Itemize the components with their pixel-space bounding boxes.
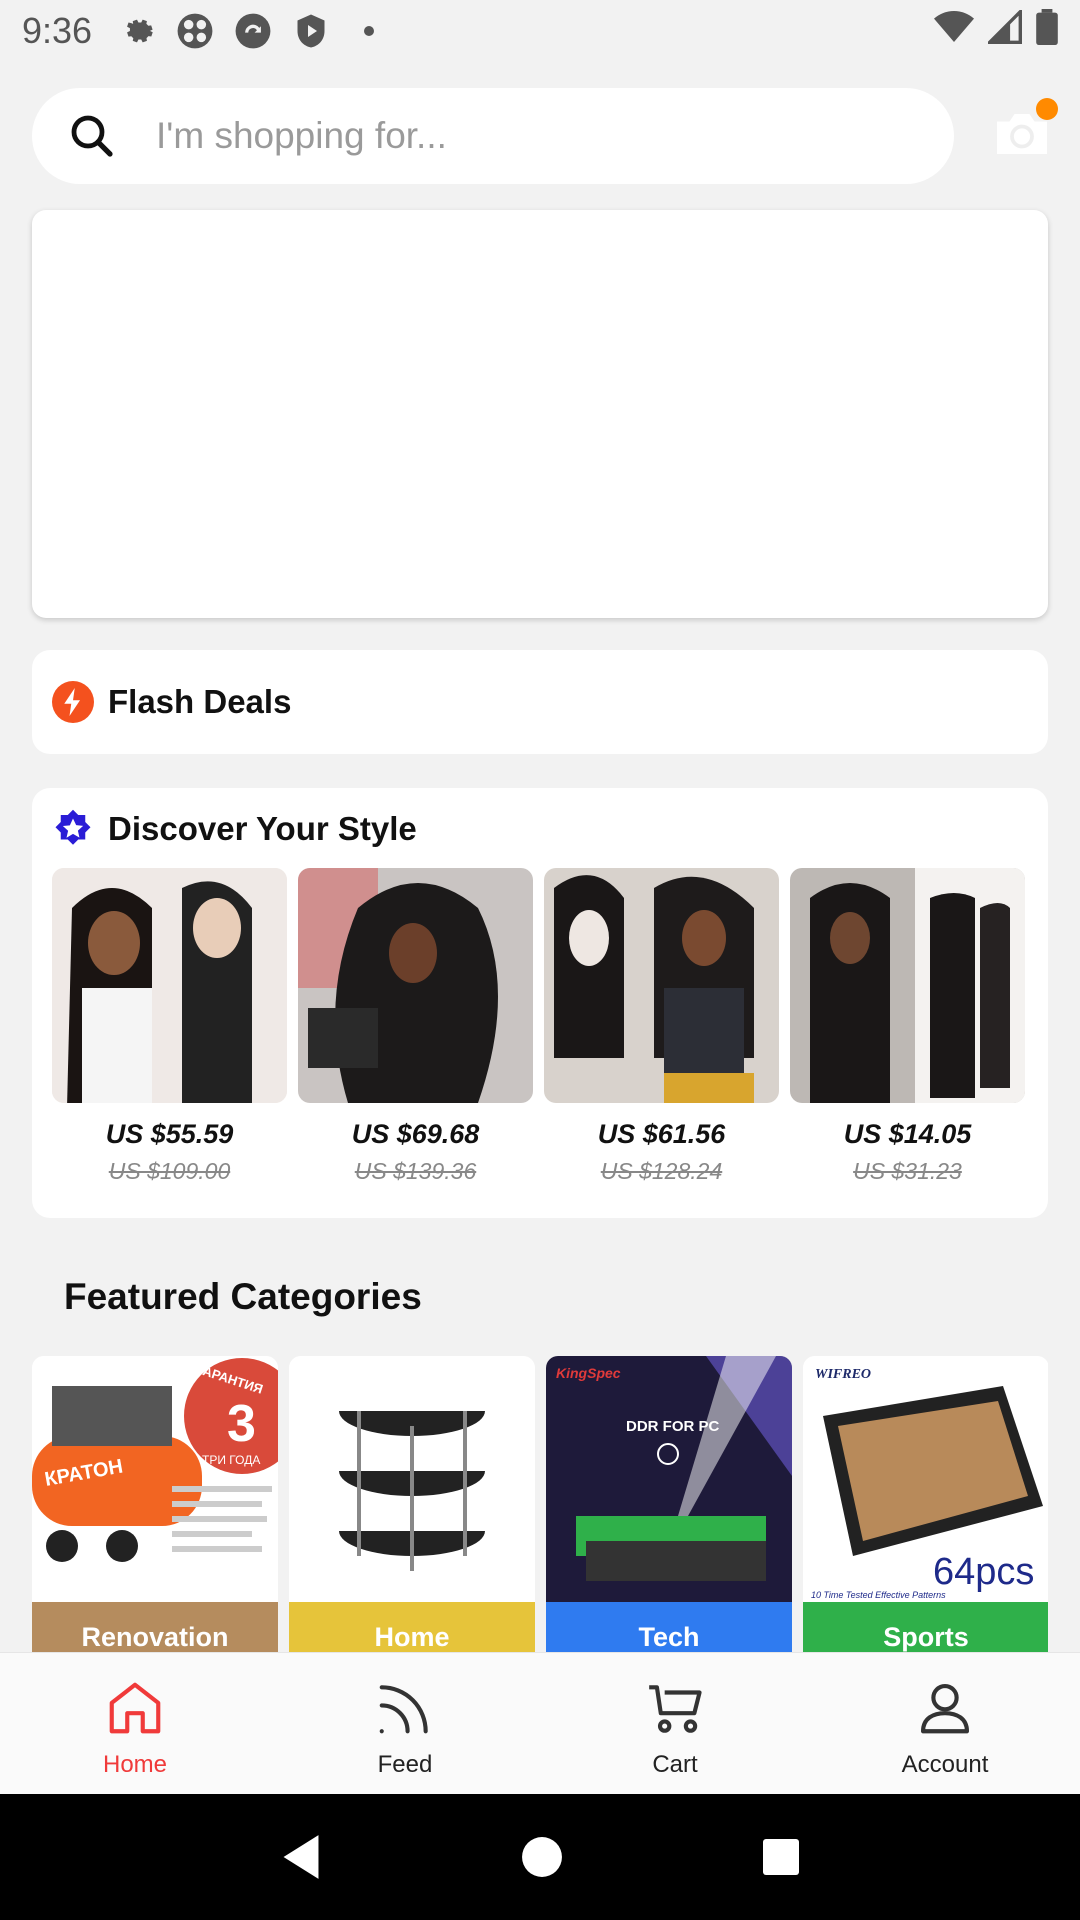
category-sports[interactable]: WIFREO 64pcs 10 Time Tested Effective Pa… xyxy=(803,1356,1048,1652)
lightning-icon xyxy=(52,681,94,723)
nav-account[interactable]: Account xyxy=(810,1653,1080,1794)
battery-icon xyxy=(1036,8,1058,54)
dot-icon xyxy=(350,12,388,50)
product-image xyxy=(298,868,533,1103)
signal-icon xyxy=(985,7,1022,53)
svg-text:KingSpec: KingSpec xyxy=(556,1365,621,1381)
product-image xyxy=(790,868,1025,1103)
category-tech[interactable]: KingSpec DDR FOR PC Tech xyxy=(546,1356,792,1652)
product-card[interactable]: US $69.68 US $139.36 xyxy=(298,868,533,1185)
category-label: Tech xyxy=(546,1602,792,1652)
wifi-icon xyxy=(934,10,974,53)
nav-label: Cart xyxy=(652,1751,698,1778)
status-icons-right xyxy=(934,7,1058,54)
product-image xyxy=(52,868,287,1103)
account-icon xyxy=(920,1683,970,1734)
feed-icon xyxy=(379,1685,428,1734)
fan-icon xyxy=(176,12,214,50)
system-nav-bar xyxy=(0,1794,1080,1920)
category-image: WIFREO 64pcs 10 Time Tested Effective Pa… xyxy=(803,1356,1048,1602)
search-placeholder: I'm shopping for... xyxy=(156,115,447,156)
category-label: Home xyxy=(289,1602,535,1652)
category-label: Sports xyxy=(803,1602,1048,1652)
svg-text:DDR FOR PC: DDR FOR PC xyxy=(626,1418,720,1435)
svg-text:64pcs: 64pcs xyxy=(933,1551,1034,1593)
nav-cart[interactable]: Cart xyxy=(540,1653,810,1794)
product-image xyxy=(544,868,779,1103)
bottom-nav: Home Feed Cart Account xyxy=(0,1652,1080,1794)
flash-deals-card[interactable]: Flash Deals xyxy=(32,650,1048,754)
category-image: КРАТОН ГАРАНТИЯ 3 ТРИ ГОДА xyxy=(32,1356,278,1602)
product-card[interactable]: US $55.59 US $109.00 xyxy=(52,868,287,1185)
product-old-price: US $139.36 xyxy=(354,1158,477,1184)
product-old-price: US $128.24 xyxy=(600,1158,723,1184)
nav-label: Account xyxy=(901,1751,989,1778)
cart-icon xyxy=(649,1685,702,1733)
discover-title: Discover Your Style xyxy=(108,810,417,847)
product-old-price: US $31.23 xyxy=(853,1158,962,1184)
product-price: US $69.68 xyxy=(351,1119,480,1149)
nav-label: Feed xyxy=(377,1751,433,1778)
category-home[interactable]: Home xyxy=(289,1356,535,1652)
svg-text:3: 3 xyxy=(227,1395,256,1453)
camera-notification-dot xyxy=(1036,98,1058,120)
promo-banner[interactable] xyxy=(32,210,1048,618)
svg-text:ТРИ ГОДА: ТРИ ГОДА xyxy=(202,1453,260,1467)
nav-home[interactable]: Home xyxy=(0,1653,270,1794)
category-image: KingSpec DDR FOR PC xyxy=(546,1356,792,1602)
discover-card: Discover Your Style US $55.59 US $109.00 xyxy=(32,788,1048,1218)
search-icon xyxy=(71,115,113,157)
flash-deals-title: Flash Deals xyxy=(108,683,292,720)
sync-icon xyxy=(234,12,272,50)
product-old-price: US $109.00 xyxy=(108,1158,231,1184)
search-input[interactable]: I'm shopping for... xyxy=(32,88,954,184)
status-icons-left xyxy=(118,12,388,50)
featured-categories-title: Featured Categories xyxy=(64,1276,422,1317)
search-row: I'm shopping for... xyxy=(32,88,1058,184)
product-price: US $14.05 xyxy=(843,1119,972,1149)
product-price: US $55.59 xyxy=(105,1119,234,1149)
svg-text:WIFREO: WIFREO xyxy=(815,1367,871,1382)
star-badge-icon xyxy=(55,809,91,845)
category-label: Renovation xyxy=(32,1602,278,1652)
back-icon[interactable] xyxy=(279,1833,323,1881)
svg-text:10 Time Tested Effective Patte: 10 Time Tested Effective Patterns xyxy=(811,1590,946,1600)
product-price: US $61.56 xyxy=(597,1119,726,1149)
status-bar: 9:36 xyxy=(0,0,1080,62)
product-card[interactable]: US $61.56 US $128.24 xyxy=(544,868,779,1185)
status-time: 9:36 xyxy=(22,10,93,51)
nav-feed[interactable]: Feed xyxy=(270,1653,540,1794)
category-renovation[interactable]: КРАТОН ГАРАНТИЯ 3 ТРИ ГОДА Renovation xyxy=(32,1356,278,1652)
shield-icon xyxy=(292,12,330,50)
gear-icon xyxy=(118,12,156,50)
camera-search-button[interactable] xyxy=(992,98,1058,164)
nav-label: Home xyxy=(102,1751,168,1778)
home-circle-icon[interactable] xyxy=(521,1836,563,1878)
discover-header[interactable]: Discover Your Style xyxy=(52,808,1028,850)
home-icon xyxy=(109,1682,161,1734)
category-carousel[interactable]: КРАТОН ГАРАНТИЯ 3 ТРИ ГОДА Renovation Ho… xyxy=(32,1356,1048,1652)
category-image xyxy=(289,1356,535,1602)
product-card[interactable]: US $14.05 US $31.23 xyxy=(790,868,1025,1185)
recents-icon[interactable] xyxy=(761,1837,801,1877)
product-carousel[interactable]: US $55.59 US $109.00 US $69.68 US $139.3… xyxy=(52,868,1028,1185)
